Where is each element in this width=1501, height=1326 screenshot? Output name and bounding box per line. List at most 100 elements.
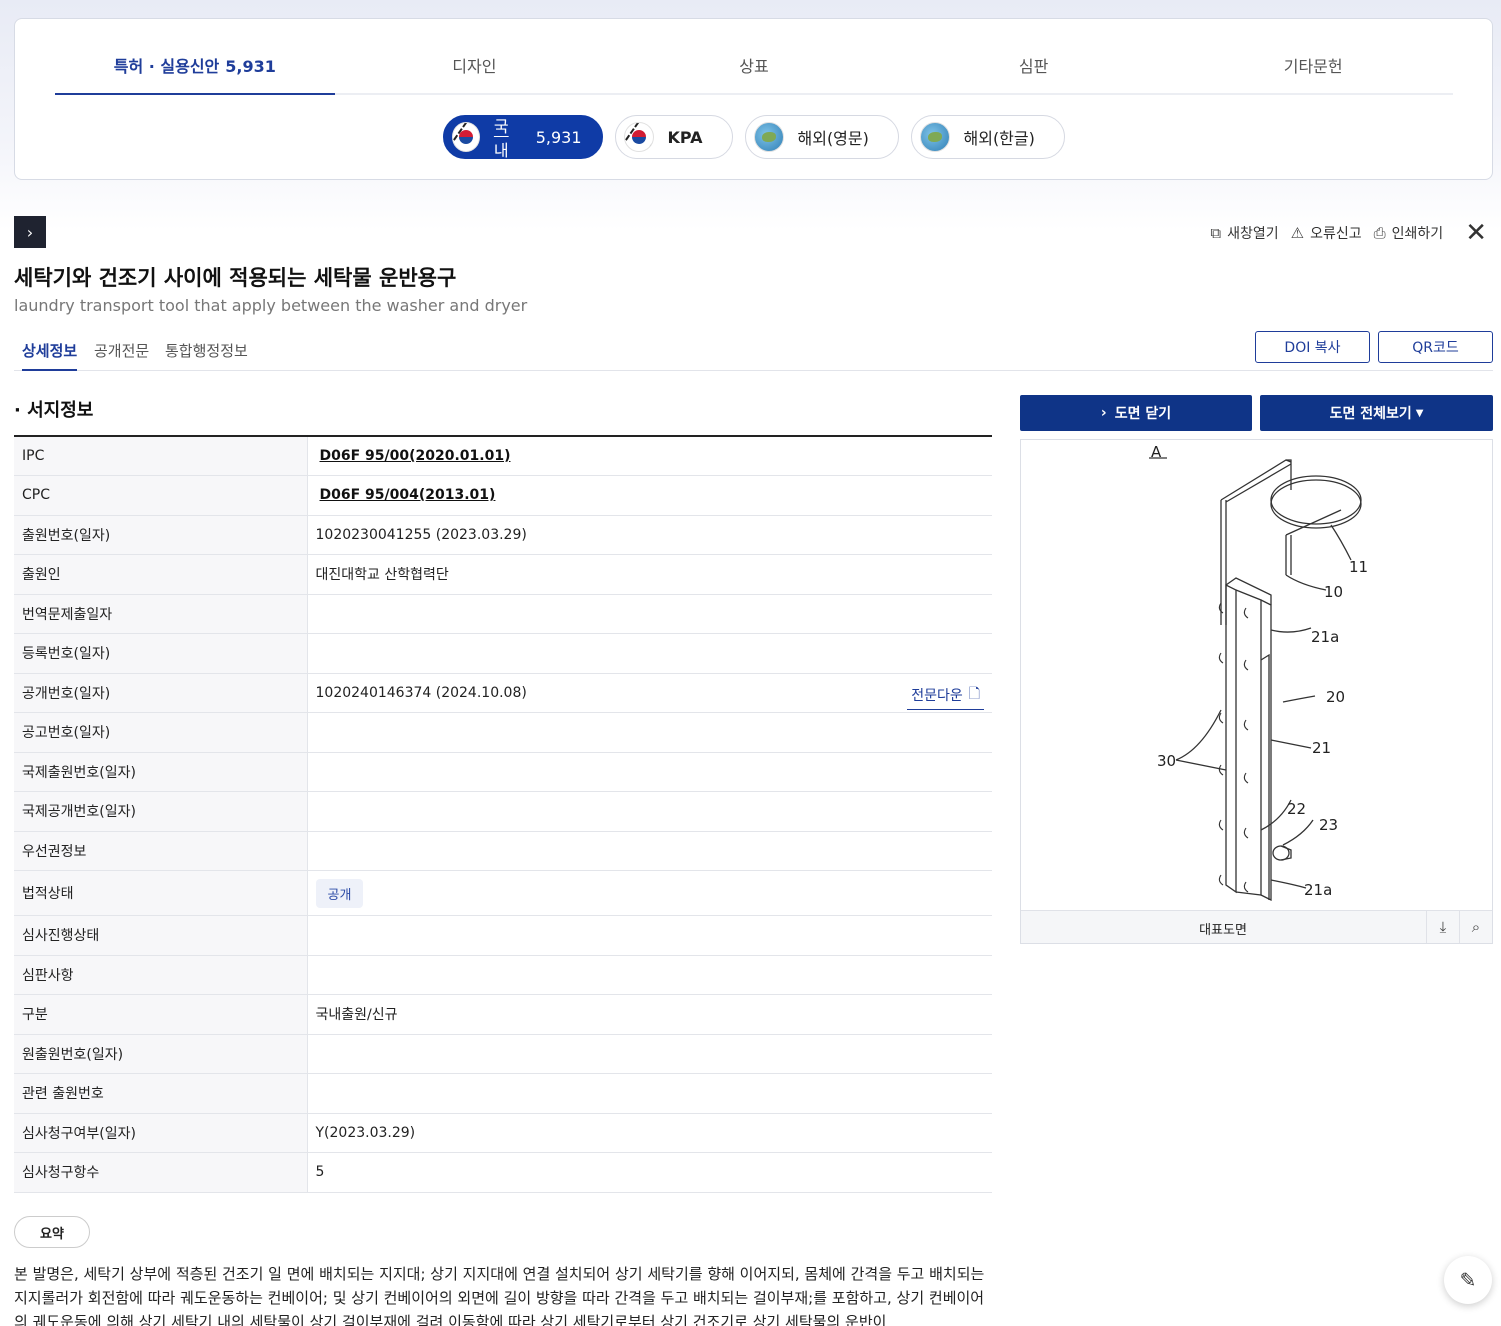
subtab-count: 5,931 [535, 127, 582, 147]
external-link-icon: ⧉ [1210, 224, 1222, 242]
row-label: IPC [14, 436, 308, 476]
tab-patent-utility[interactable]: 특허 · 실용신안 5,931 [55, 47, 335, 95]
row-label: 심판사항 [14, 955, 308, 995]
drawing-label-22: 22 [1287, 800, 1306, 818]
full-text-download-button[interactable]: 전문다운 🗋 [907, 683, 984, 710]
table-row: CPC D06F 95/004(2013.01) [14, 475, 992, 516]
row-label: 번역문제출일자 [14, 594, 308, 634]
table-row: 원출원번호(일자) [14, 1034, 992, 1074]
table-row: IPC D06F 95/00(2020.01.01) [14, 436, 992, 476]
row-value [307, 594, 992, 634]
table-row: 심판사항 [14, 955, 992, 995]
summary-text: 본 발명은, 세탁기 상부에 적층된 건조기 일 면에 배치되는 지지대; 상기… [14, 1265, 985, 1326]
tab-detail-info[interactable]: 상세정보 [22, 340, 78, 371]
row-label: 국제공개번호(일자) [14, 791, 308, 832]
drawing-label-30: 30 [1157, 752, 1176, 770]
row-label: 공개번호(일자) [14, 673, 308, 713]
tab-trademark[interactable]: 상표 [614, 47, 894, 93]
table-row: 심사청구항수 5 [14, 1152, 992, 1193]
row-label: 원출원번호(일자) [14, 1034, 308, 1074]
drawing-label-10: 10 [1324, 583, 1343, 601]
table-row: 심사청구여부(일자) Y(2023.03.29) [14, 1113, 992, 1153]
table-row: 심사진행상태 [14, 915, 992, 956]
chevron-right-icon: › [1100, 405, 1107, 421]
row-value: D06F 95/00(2020.01.01) [307, 436, 992, 476]
new-window-button[interactable]: ⧉ 새창열기 [1210, 223, 1278, 243]
subtab-overseas-korean[interactable]: 해외(한글) [910, 115, 1065, 159]
row-label: 공고번호(일자) [14, 712, 308, 753]
tab-label: 심판 [1018, 57, 1049, 76]
row-value: 공개 [307, 870, 992, 916]
edit-icon[interactable]: ✎ [1444, 1256, 1492, 1304]
ipc-link[interactable]: D06F 95/00(2020.01.01) [320, 448, 511, 464]
table-row: 공고번호(일자) [14, 712, 992, 753]
subtab-kpa[interactable]: KPA [614, 115, 733, 159]
bibliographic-table: IPC D06F 95/00(2020.01.01) CPC D06F 95/0… [14, 435, 992, 1193]
print-button[interactable]: ⎙ 인쇄하기 [1374, 223, 1444, 243]
pub-no-value: 1020240146374 (2024.10.08) [315, 684, 527, 701]
summary-label: 요약 [14, 1216, 90, 1248]
tab-label: 디자인 [452, 57, 497, 76]
download-icon[interactable]: ⤓ [1426, 911, 1459, 943]
globe-icon [753, 122, 784, 152]
globe-icon [919, 122, 950, 152]
caret-down-icon: ▼ [1415, 407, 1424, 419]
row-value [307, 752, 992, 792]
row-value [307, 791, 992, 832]
row-label: 심사진행상태 [14, 915, 308, 956]
row-label: 등록번호(일자) [14, 633, 308, 674]
full-view-label: 도면 전체보기 [1329, 406, 1412, 422]
tab-admin-info[interactable]: 통합행정정보 [165, 340, 248, 369]
table-row: 국제출원번호(일자) [14, 752, 992, 792]
row-label: 심사청구항수 [14, 1152, 308, 1193]
row-value: D06F 95/004(2013.01) [307, 475, 992, 516]
tab-full-text[interactable]: 공개전문 [94, 340, 149, 369]
subtab-overseas-english[interactable]: 해외(영문) [744, 115, 899, 159]
report-error-button[interactable]: ⚠ 오류신고 [1291, 223, 1362, 243]
korea-flag-icon [451, 122, 480, 152]
table-row: 구분 국내출원/신규 [14, 994, 992, 1035]
row-label: CPC [14, 475, 308, 516]
row-label: 국제출원번호(일자) [14, 752, 308, 792]
drawing-label-fig: A [1151, 443, 1162, 461]
row-label: 우선권정보 [14, 831, 308, 871]
tab-label: 특허 · 실용신안 [113, 57, 220, 76]
drawing-footer: 대표도면 ⤓ ⌕ [1021, 910, 1492, 943]
qr-code-button[interactable]: QR코드 [1378, 331, 1493, 363]
category-card: 특허 · 실용신안 5,931 디자인 상표 심판 기타문헌 국내 5,931 K… [14, 18, 1493, 180]
section-title-biblio: · 서지정보 [14, 400, 94, 421]
row-value: 국내출원/신규 [307, 994, 992, 1035]
drawing-caption: 대표도면 [1199, 923, 1247, 938]
cpc-link[interactable]: D06F 95/004(2013.01) [320, 487, 496, 503]
table-row: 등록번호(일자) [14, 633, 992, 674]
chevron-right-icon: › [26, 222, 34, 242]
close-icon[interactable]: ✕ [1465, 220, 1487, 246]
zoom-icon[interactable]: ⌕ [1459, 911, 1492, 943]
table-row: 출원번호(일자) 1020230041255 (2023.03.29) [14, 515, 992, 555]
row-value [307, 831, 992, 871]
close-drawing-button[interactable]: › 도면 닫기 [1020, 395, 1252, 431]
full-drawing-view-button[interactable]: 도면 전체보기 ▼ [1260, 395, 1493, 431]
table-row: 관련 출원번호 [14, 1073, 992, 1114]
row-value [307, 712, 992, 753]
subtab-domestic[interactable]: 국내 5,931 [442, 115, 603, 160]
row-value [307, 1073, 992, 1114]
panel-toggle-button[interactable]: › [14, 216, 46, 248]
detail-tabs: 상세정보 공개전문 통합행정정보 DOI 복사 QR코드 [14, 330, 1493, 371]
tab-trial[interactable]: 심판 [894, 47, 1174, 93]
row-value: 1020230041255 (2023.03.29) [307, 515, 992, 555]
table-row: 법적상태 공개 [14, 870, 992, 916]
tab-design[interactable]: 디자인 [335, 47, 615, 93]
warning-icon: ⚠ [1290, 224, 1305, 242]
korea-flag-icon [623, 122, 654, 152]
table-row: 국제공개번호(일자) [14, 791, 992, 832]
tab-label: 기타문헌 [1283, 57, 1343, 76]
row-label: 심사청구여부(일자) [14, 1113, 308, 1153]
tab-count: 5,931 [225, 57, 276, 76]
tab-other-docs[interactable]: 기타문헌 [1173, 47, 1453, 93]
row-value: 1020240146374 (2024.10.08) 전문다운 🗋 [307, 673, 992, 713]
representative-drawing: A 11 10 21a 20 21 30 22 23 21a 대표도면 ⤓ ⌕ [1020, 439, 1493, 944]
sub-tabs: 국내 5,931 KPA 해외(영문) 해외(한글) [15, 115, 1492, 160]
page-subtitle-english: laundry transport tool that apply betwee… [14, 296, 528, 315]
doi-copy-button[interactable]: DOI 복사 [1255, 331, 1370, 363]
